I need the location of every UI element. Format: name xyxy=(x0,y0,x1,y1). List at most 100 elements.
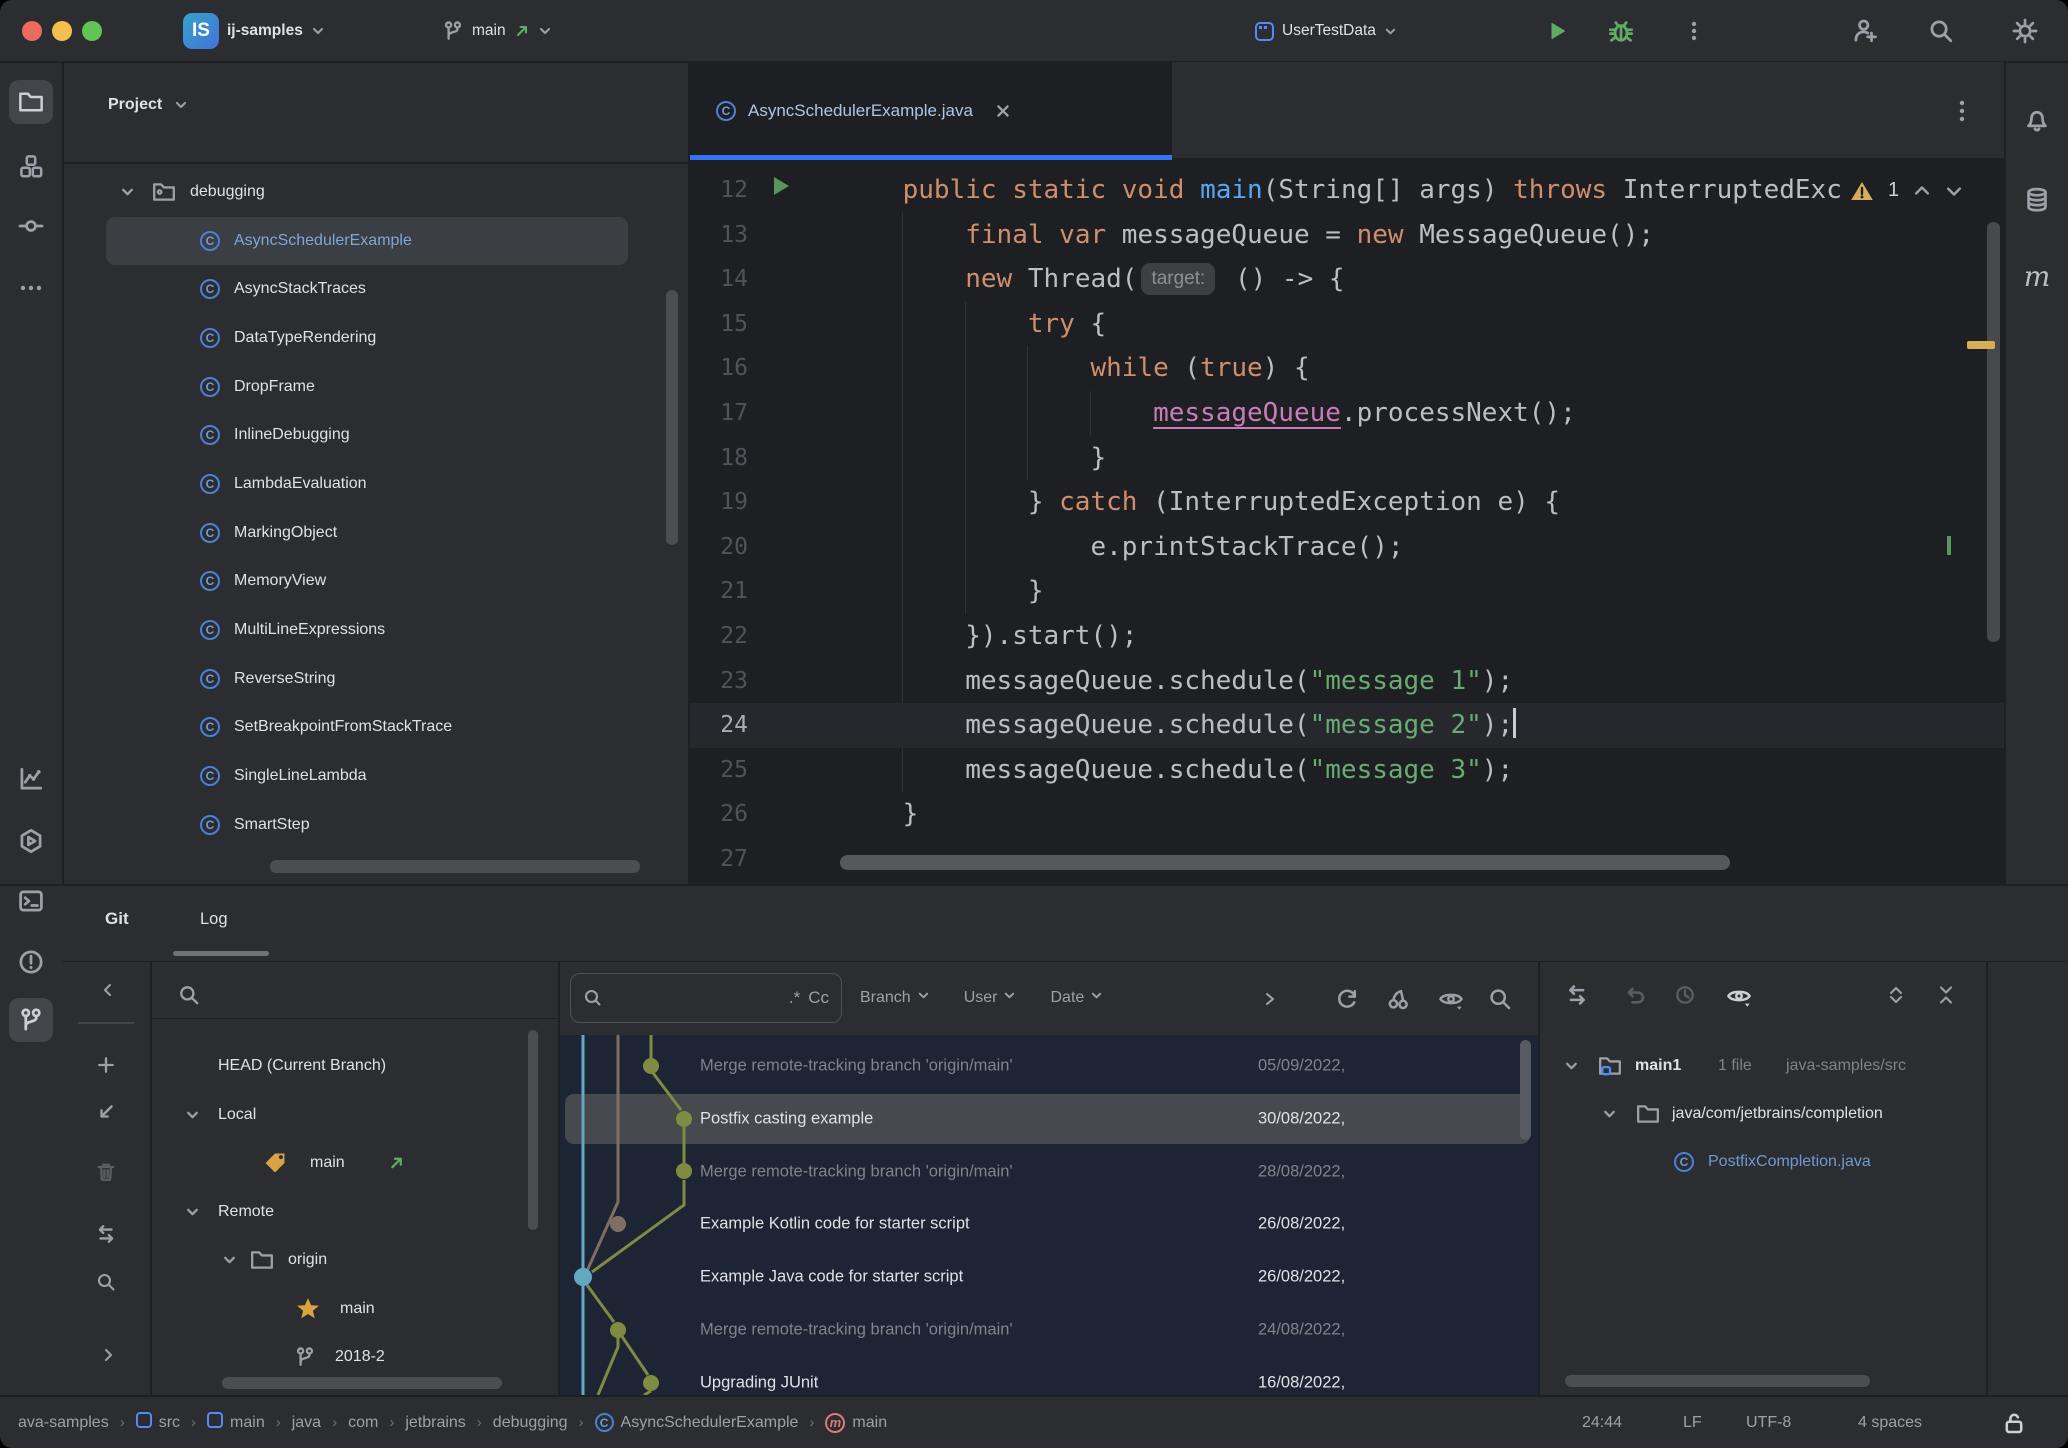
add-branch-icon[interactable] xyxy=(97,1056,115,1074)
collapse-left-chevron-icon[interactable] xyxy=(100,982,116,998)
code-line[interactable]: 18 } xyxy=(690,436,2006,481)
code-line[interactable]: 19 } catch (InterruptedException e) { xyxy=(690,480,2006,525)
breadcrumb-item-main[interactable]: mmain xyxy=(825,1413,887,1433)
project-tree-item[interactable]: CAsyncSchedulerExample xyxy=(62,217,690,265)
project-vertical-scrollbar[interactable] xyxy=(666,290,678,545)
debug-button[interactable] xyxy=(1608,0,1634,62)
branch-item-main[interactable]: main xyxy=(150,1141,560,1185)
chevron-down-icon[interactable] xyxy=(1564,1059,1579,1074)
search-icon[interactable] xyxy=(96,1272,116,1292)
profiler-tool-button[interactable] xyxy=(9,757,53,801)
changed-files-root-row[interactable]: main1 1 file java-samples/src xyxy=(1540,1042,1988,1090)
match-case-toggle[interactable]: Cc xyxy=(808,988,829,1008)
commit-row[interactable]: Example Kotlin code for starter script26… xyxy=(560,1198,1540,1250)
git-log-tab[interactable]: Log xyxy=(200,910,228,929)
line-number[interactable]: 17 xyxy=(700,391,748,436)
services-tool-button[interactable] xyxy=(9,819,53,863)
minimize-window-button[interactable] xyxy=(52,21,72,41)
log-filter-branch[interactable]: Branch xyxy=(860,989,930,1007)
log-search-field[interactable]: .* Cc xyxy=(570,973,842,1023)
compare-arrows-icon[interactable] xyxy=(96,1224,116,1244)
code-line[interactable]: 26 } xyxy=(690,792,2006,837)
caret-position[interactable]: 24:44 xyxy=(1582,1397,1622,1448)
chevron-down-icon[interactable] xyxy=(222,1253,237,1268)
commit-row[interactable]: Merge remote-tracking branch 'origin/mai… xyxy=(560,1146,1540,1198)
line-number[interactable]: 18 xyxy=(700,436,748,481)
commit-row[interactable]: Postfix casting example30/08/2022, xyxy=(560,1093,1540,1145)
editor-vertical-scrollbar[interactable] xyxy=(1987,222,2000,642)
chevron-down-icon[interactable] xyxy=(185,1204,200,1219)
warning-stripe-mark[interactable] xyxy=(1967,341,1995,349)
code-line[interactable]: 22 }).start(); xyxy=(690,614,2006,659)
more-actions-button[interactable] xyxy=(1684,0,1704,62)
file-encoding[interactable]: UTF-8 xyxy=(1746,1397,1791,1448)
cherry-pick-icon[interactable] xyxy=(1386,987,1410,1011)
branch-item-main[interactable]: main xyxy=(150,1287,560,1331)
expand-right-chevron-icon[interactable] xyxy=(100,1347,116,1363)
refresh-icon[interactable] xyxy=(1335,987,1359,1011)
breadcrumb-item-main[interactable]: main xyxy=(207,1412,265,1433)
close-icon[interactable] xyxy=(995,103,1011,119)
code-line[interactable]: 16 while (true) { xyxy=(690,346,2006,391)
changed-files-dir-row[interactable]: java/com/jetbrains/completion xyxy=(1540,1090,1988,1138)
database-tool-button[interactable] xyxy=(2015,178,2059,222)
go-to-hash-search-icon[interactable] xyxy=(1488,987,1512,1011)
branches-horizontal-scrollbar[interactable] xyxy=(222,1377,502,1389)
structure-tool-button[interactable] xyxy=(9,144,53,188)
project-tool-button[interactable] xyxy=(9,80,53,124)
branch-item-origin[interactable]: origin xyxy=(150,1238,560,1282)
project-tree-item[interactable]: CSetBreakpointFromStackTrace xyxy=(62,703,690,751)
commit-row[interactable]: Merge remote-tracking branch 'origin/mai… xyxy=(560,1040,1540,1092)
delete-trash-icon[interactable] xyxy=(96,1162,116,1182)
code-line[interactable]: 20 e.printStackTrace(); xyxy=(690,525,2006,570)
changed-file-row[interactable]: C PostfixCompletion.java xyxy=(1540,1138,1988,1186)
breadcrumb-item-asyncschedulerexample[interactable]: CAsyncSchedulerExample xyxy=(595,1413,799,1432)
breadcrumb[interactable]: ava-samples›src›main›java›com›jetbrains›… xyxy=(18,1397,887,1448)
breadcrumb-item-src[interactable]: src xyxy=(136,1412,180,1433)
rollback-icon[interactable] xyxy=(1624,984,1646,1006)
code-line[interactable]: 23 messageQueue.schedule("message 1"); xyxy=(690,659,2006,704)
breadcrumb-item-java[interactable]: java xyxy=(292,1414,321,1432)
code-line[interactable]: 24 messageQueue.schedule("message 2"); xyxy=(690,703,2006,748)
commit-row[interactable]: Example Java code for starter script26/0… xyxy=(560,1251,1540,1303)
code-line[interactable]: 25 messageQueue.schedule("message 3"); xyxy=(690,748,2006,793)
line-number[interactable]: 25 xyxy=(700,748,748,793)
run-button[interactable] xyxy=(1546,0,1568,62)
project-tree-item[interactable]: CAsyncStackTraces xyxy=(62,265,690,313)
chevron-down-icon[interactable] xyxy=(120,185,135,200)
next-problem-chevron-icon[interactable] xyxy=(1945,184,1963,198)
project-tree-item[interactable]: CDataTypeRendering xyxy=(62,314,690,362)
code-line[interactable]: 17 messageQueue.processNext(); xyxy=(690,391,2006,436)
project-tree-item[interactable]: CSingleLineLambda xyxy=(62,752,690,800)
editor-tab[interactable]: C AsyncSchedulerExample.java xyxy=(690,62,1172,160)
line-number[interactable]: 15 xyxy=(700,302,748,347)
files-horizontal-scrollbar[interactable] xyxy=(1565,1375,1870,1387)
project-tree-item[interactable]: CReverseString xyxy=(62,655,690,703)
project-tree-item[interactable]: CLambdaEvaluation xyxy=(62,460,690,508)
breadcrumb-item-debugging[interactable]: debugging xyxy=(493,1414,568,1432)
breadcrumb-item-ava-samples[interactable]: ava-samples xyxy=(18,1414,109,1432)
commit-row[interactable]: Merge remote-tracking branch 'origin/mai… xyxy=(560,1304,1540,1356)
preview-eye-icon[interactable] xyxy=(1726,984,1752,1008)
code-line[interactable]: 13 final var messageQueue = new MessageQ… xyxy=(690,213,2006,258)
indent-style[interactable]: 4 spaces xyxy=(1858,1397,1922,1448)
branch-item-2018-2[interactable]: 2018-2 xyxy=(150,1335,560,1379)
log-vertical-scrollbar[interactable] xyxy=(1520,1040,1531,1140)
git-panel-title[interactable]: Git xyxy=(105,909,129,929)
project-tree-item[interactable]: CSmartStep xyxy=(62,801,690,849)
line-number[interactable]: 27 xyxy=(700,837,748,882)
line-number[interactable]: 16 xyxy=(700,346,748,391)
tab-options-kebab-icon[interactable] xyxy=(1952,99,1972,123)
line-number[interactable]: 21 xyxy=(700,569,748,614)
inspection-widget[interactable]: 1 xyxy=(1850,168,1963,213)
line-number[interactable]: 23 xyxy=(700,659,748,704)
project-tree-item[interactable]: CInlineDebugging xyxy=(62,411,690,459)
project-tree-item[interactable]: CMemoryView xyxy=(62,557,690,605)
maximize-window-button[interactable] xyxy=(82,21,102,41)
project-tree-item[interactable]: CMultiLineExpressions xyxy=(62,606,690,654)
file-lock-button[interactable] xyxy=(2002,1397,2026,1448)
branch-search-icon[interactable] xyxy=(178,984,200,1006)
close-window-button[interactable] xyxy=(22,21,42,41)
run-configuration-widget[interactable]: UserTestData xyxy=(1255,0,1397,62)
line-number[interactable]: 19 xyxy=(700,480,748,525)
